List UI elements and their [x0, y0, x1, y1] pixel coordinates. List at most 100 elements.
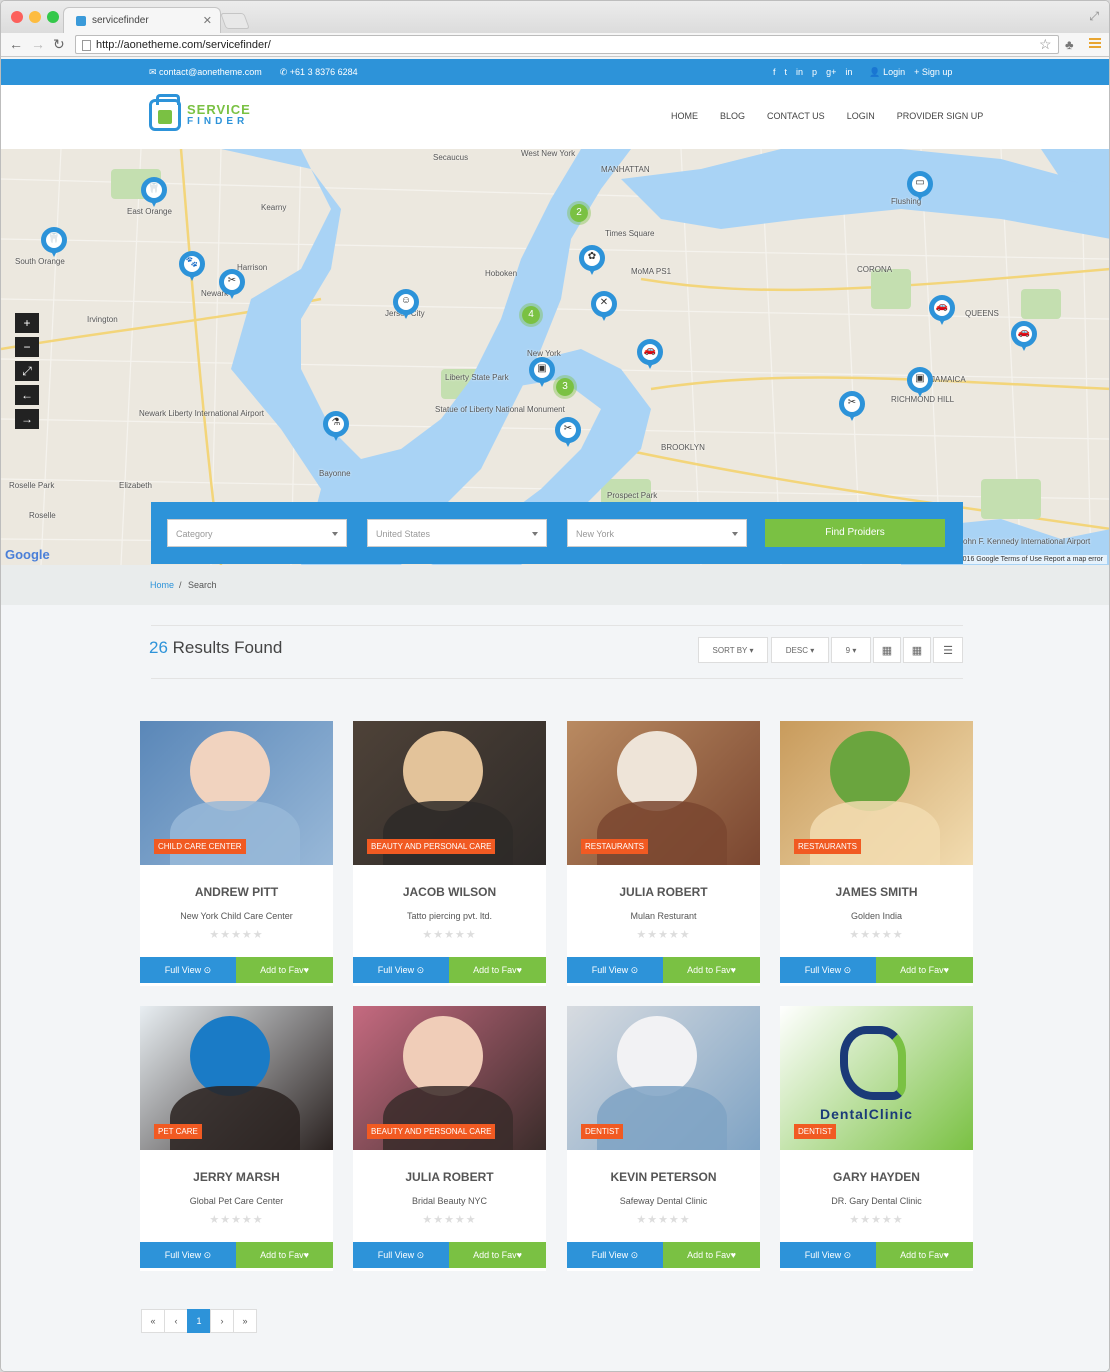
category-badge[interactable]: DENTIST: [794, 1124, 837, 1139]
full-view-button[interactable]: Full View ⊙: [140, 957, 236, 983]
per-page-dropdown[interactable]: 9 ▾: [831, 637, 871, 663]
provider-name[interactable]: JERRY MARSH: [140, 1170, 333, 1184]
google-plus-icon[interactable]: g+: [826, 67, 836, 78]
twitter-icon[interactable]: t: [785, 67, 788, 78]
category-badge[interactable]: BEAUTY AND PERSONAL CARE: [367, 839, 496, 854]
minimize-window-icon[interactable]: [29, 11, 41, 23]
zoom-in-button[interactable]: +: [15, 313, 39, 333]
pinterest-icon[interactable]: p: [812, 67, 817, 78]
full-view-button[interactable]: Full View ⊙: [140, 1242, 236, 1268]
map-marker[interactable]: ☺: [393, 289, 419, 319]
category-badge[interactable]: PET CARE: [154, 1124, 202, 1139]
category-select[interactable]: Category: [167, 519, 347, 547]
zoom-out-button[interactable]: −: [15, 337, 39, 357]
map-marker[interactable]: ⚗: [323, 411, 349, 441]
category-badge[interactable]: RESTAURANTS: [794, 839, 861, 854]
find-providers-button[interactable]: Find Proiders: [765, 519, 945, 547]
contact-email[interactable]: ✉ contact@aonetheme.com: [149, 67, 262, 78]
provider-name[interactable]: JAMES SMITH: [780, 885, 973, 899]
map-marker[interactable]: ✿: [579, 245, 605, 275]
full-view-button[interactable]: Full View ⊙: [353, 957, 449, 983]
map-next-button[interactable]: →: [15, 409, 39, 429]
full-view-button[interactable]: Full View ⊙: [780, 1242, 876, 1268]
full-view-button[interactable]: Full View ⊙: [567, 1242, 663, 1268]
breadcrumb-home[interactable]: Home: [150, 580, 174, 590]
map-marker[interactable]: 🦷: [41, 227, 67, 257]
provider-name[interactable]: JULIA ROBERT: [567, 885, 760, 899]
country-select[interactable]: United States: [367, 519, 547, 547]
category-badge[interactable]: BEAUTY AND PERSONAL CARE: [367, 1124, 496, 1139]
add-to-fav-button[interactable]: Add to Fav♥: [449, 1242, 546, 1268]
map-marker[interactable]: ✂: [555, 417, 581, 447]
browser-menu-icon[interactable]: [1089, 38, 1101, 50]
address-bar[interactable]: http://aonetheme.com/servicefinder/: [75, 35, 1059, 54]
close-tab-icon[interactable]: ✕: [203, 14, 212, 27]
facebook-icon[interactable]: f: [773, 67, 776, 78]
list-view-icon[interactable]: ☰: [933, 637, 963, 663]
login-link[interactable]: 👤 Login: [869, 67, 905, 78]
nav-contact[interactable]: CONTACT US: [767, 111, 825, 121]
maximize-window-icon[interactable]: [47, 11, 59, 23]
provider-name[interactable]: JULIA ROBERT: [353, 1170, 546, 1184]
map-marker[interactable]: ✕: [591, 291, 617, 321]
add-to-fav-button[interactable]: Add to Fav♥: [876, 957, 973, 983]
prev-page-button[interactable]: ‹: [164, 1309, 188, 1333]
first-page-button[interactable]: «: [141, 1309, 165, 1333]
next-page-button[interactable]: ›: [210, 1309, 234, 1333]
grid-3-view-icon[interactable]: ▦: [903, 637, 931, 663]
map-marker[interactable]: 🚗: [929, 295, 955, 325]
map-marker[interactable]: ▭: [907, 171, 933, 201]
map-marker[interactable]: ✂: [219, 269, 245, 299]
signup-link[interactable]: + Sign up: [914, 67, 952, 78]
provider-name[interactable]: ANDREW PITT: [140, 885, 333, 899]
map-marker[interactable]: ✂: [839, 391, 865, 421]
fullscreen-icon[interactable]: ⤢: [1089, 9, 1099, 24]
map-marker[interactable]: ▣: [907, 367, 933, 397]
category-badge[interactable]: RESTAURANTS: [581, 839, 648, 854]
add-to-fav-button[interactable]: Add to Fav♥: [236, 1242, 333, 1268]
close-window-icon[interactable]: [11, 11, 23, 23]
provider-name[interactable]: GARY HAYDEN: [780, 1170, 973, 1184]
linkedin-icon[interactable]: in: [796, 67, 803, 78]
map-prev-button[interactable]: ←: [15, 385, 39, 405]
nav-blog[interactable]: BLOG: [720, 111, 745, 121]
new-tab-button[interactable]: [220, 13, 250, 29]
map-marker[interactable]: ▣: [529, 357, 555, 387]
map-cluster[interactable]: 3: [553, 375, 577, 399]
reload-icon[interactable]: ↻: [53, 36, 65, 53]
browser-tab[interactable]: servicefinder ✕: [63, 7, 221, 33]
category-badge[interactable]: DENTIST: [581, 1124, 624, 1139]
instagram-icon[interactable]: in: [845, 67, 852, 78]
add-to-fav-button[interactable]: Add to Fav♥: [236, 957, 333, 983]
full-view-button[interactable]: Full View ⊙: [567, 957, 663, 983]
full-view-button[interactable]: Full View ⊙: [780, 957, 876, 983]
map-cluster[interactable]: 4: [519, 303, 543, 327]
map-marker[interactable]: 🐾: [179, 251, 205, 281]
sort-by-dropdown[interactable]: SORT BY ▾: [698, 637, 768, 663]
map-marker[interactable]: 🚗: [1011, 321, 1037, 351]
map-cluster[interactable]: 2: [567, 201, 591, 225]
full-view-button[interactable]: Full View ⊙: [353, 1242, 449, 1268]
add-to-fav-button[interactable]: Add to Fav♥: [663, 1242, 760, 1268]
order-dropdown[interactable]: DESC ▾: [771, 637, 829, 663]
provider-name[interactable]: JACOB WILSON: [353, 885, 546, 899]
nav-provider-signup[interactable]: PROVIDER SIGN UP: [897, 111, 984, 121]
nav-home[interactable]: HOME: [671, 111, 698, 121]
city-select[interactable]: New York: [567, 519, 747, 547]
extension-icon[interactable]: ♣: [1065, 37, 1074, 52]
category-badge[interactable]: CHILD CARE CENTER: [154, 839, 246, 854]
map-marker[interactable]: 🦷: [141, 177, 167, 207]
last-page-button[interactable]: »: [233, 1309, 257, 1333]
grid-4-view-icon[interactable]: ▦: [873, 637, 901, 663]
add-to-fav-button[interactable]: Add to Fav♥: [876, 1242, 973, 1268]
add-to-fav-button[interactable]: Add to Fav♥: [449, 957, 546, 983]
site-logo[interactable]: SERVICE FINDER: [149, 94, 250, 137]
provider-name[interactable]: KEVIN PETERSON: [567, 1170, 760, 1184]
page-1-button[interactable]: 1: [187, 1309, 211, 1333]
map-marker[interactable]: 🚗: [637, 339, 663, 369]
add-to-fav-button[interactable]: Add to Fav♥: [663, 957, 760, 983]
bookmark-star-icon[interactable]: ☆: [1039, 36, 1052, 53]
map-fullscreen-button[interactable]: ⤢: [15, 361, 39, 381]
back-arrow-icon[interactable]: ←: [9, 36, 23, 52]
nav-login[interactable]: LOGIN: [847, 111, 875, 121]
